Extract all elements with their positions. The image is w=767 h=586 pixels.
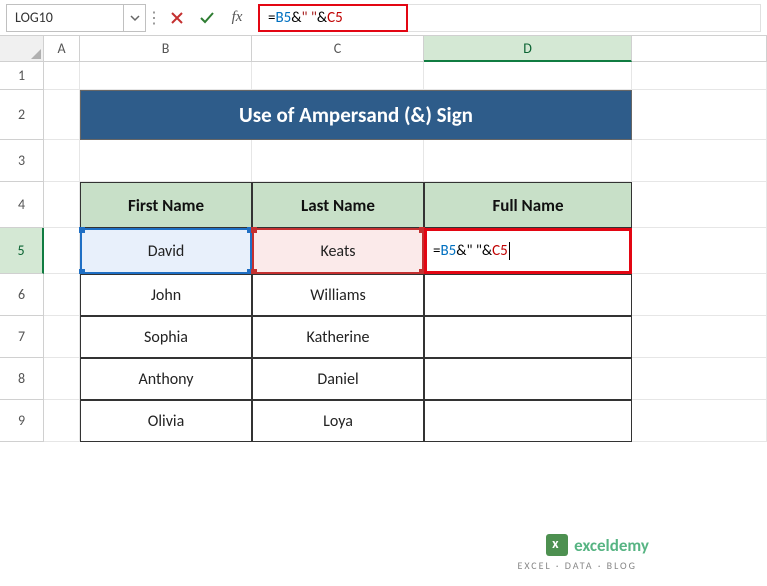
cell-d9[interactable] <box>424 400 632 442</box>
select-all-corner[interactable] <box>0 36 44 62</box>
cell-a6[interactable] <box>44 274 80 316</box>
row-header-6[interactable]: 6 <box>0 274 44 316</box>
watermark-logo-icon <box>546 534 568 556</box>
header-last-name[interactable]: Last Name <box>252 182 424 228</box>
cell-b9[interactable]: Olivia <box>80 400 252 442</box>
cell-e1[interactable] <box>632 62 767 90</box>
cell-b5-text: David <box>148 242 185 261</box>
row-1: 1 <box>0 62 767 90</box>
cell-c1[interactable] <box>252 62 424 90</box>
row-header-4[interactable]: 4 <box>0 182 44 228</box>
cell-a5[interactable] <box>44 228 80 274</box>
cancel-button[interactable] <box>162 4 192 32</box>
column-headers: A B C D <box>0 36 767 62</box>
cell-c7[interactable]: Katherine <box>252 316 424 358</box>
cell-a8[interactable] <box>44 358 80 400</box>
cell-e7[interactable] <box>632 316 767 358</box>
watermark: exceldemy <box>546 534 649 556</box>
cell-a2[interactable] <box>44 90 80 140</box>
formula-ref-b5: B5 <box>275 9 291 27</box>
cell-a1[interactable] <box>44 62 80 90</box>
cell-a7[interactable] <box>44 316 80 358</box>
formula-amp: & <box>317 9 327 27</box>
row-5: 5 David Keats =B5&" "&C5 <box>0 228 767 274</box>
row-9: 9 Olivia Loya <box>0 400 767 442</box>
cell-d5-formula: =B5&" "&C5 <box>433 242 510 260</box>
formula-string: " " <box>301 9 316 27</box>
selection-handle[interactable] <box>79 227 85 233</box>
row-header-1[interactable]: 1 <box>0 62 44 90</box>
header-first-name[interactable]: First Name <box>80 182 252 228</box>
cell-d7[interactable] <box>424 316 632 358</box>
cell-b8[interactable]: Anthony <box>80 358 252 400</box>
text-cursor <box>509 242 510 260</box>
formula-bar-extra <box>408 4 761 32</box>
name-box[interactable]: LOG10 <box>6 4 124 32</box>
cell-d1[interactable] <box>424 62 632 90</box>
cell-c3[interactable] <box>252 140 424 182</box>
cell-c5-text: Keats <box>320 242 355 261</box>
cell-b5[interactable]: David <box>80 228 252 274</box>
row-header-7[interactable]: 7 <box>0 316 44 358</box>
enter-button[interactable] <box>192 4 222 32</box>
row-3: 3 <box>0 140 767 182</box>
row-header-2[interactable]: 2 <box>0 90 44 140</box>
col-header-blank[interactable] <box>632 36 767 62</box>
formula-input[interactable]: =B5&" "&C5 <box>258 4 408 32</box>
insert-function-button[interactable]: fx <box>222 4 252 32</box>
cell-e9[interactable] <box>632 400 767 442</box>
cell-e8[interactable] <box>632 358 767 400</box>
cell-b6[interactable]: John <box>80 274 252 316</box>
row-2: 2 Use of Ampersand (&) Sign <box>0 90 767 140</box>
cell-e5[interactable] <box>632 228 767 274</box>
formula-ref-c5: C5 <box>327 9 343 27</box>
formula-eq: = <box>268 9 275 27</box>
formula-bar: LOG10 ⋮ fx =B5&" "&C5 <box>0 0 767 36</box>
divider: ⋮ <box>148 6 160 30</box>
cell-c9[interactable]: Loya <box>252 400 424 442</box>
row-header-9[interactable]: 9 <box>0 400 44 442</box>
row-6: 6 John Williams <box>0 274 767 316</box>
col-header-d[interactable]: D <box>424 36 632 62</box>
cell-c8[interactable]: Daniel <box>252 358 424 400</box>
formula-amp: & <box>291 9 301 27</box>
cell-b1[interactable] <box>80 62 252 90</box>
cell-b7[interactable]: Sophia <box>80 316 252 358</box>
row-header-8[interactable]: 8 <box>0 358 44 400</box>
row-header-3[interactable]: 3 <box>0 140 44 182</box>
title-banner[interactable]: Use of Ampersand (&) Sign <box>80 90 632 140</box>
cell-e3[interactable] <box>632 140 767 182</box>
row-7: 7 Sophia Katherine <box>0 316 767 358</box>
cell-d5-editing[interactable]: =B5&" "&C5 <box>424 228 632 274</box>
cell-c6[interactable]: Williams <box>252 274 424 316</box>
cell-e6[interactable] <box>632 274 767 316</box>
cell-a3[interactable] <box>44 140 80 182</box>
row-4: 4 First Name Last Name Full Name <box>0 182 767 228</box>
col-header-c[interactable]: C <box>252 36 424 62</box>
row-8: 8 Anthony Daniel <box>0 358 767 400</box>
cell-c5[interactable]: Keats <box>252 228 424 274</box>
cell-d6[interactable] <box>424 274 632 316</box>
spreadsheet-grid: A B C D 1 2 Use of Ampersand (&) Sign 3 <box>0 36 767 442</box>
check-icon <box>199 10 215 26</box>
cell-e2[interactable] <box>632 90 767 140</box>
watermark-tagline: EXCEL · DATA · BLOG <box>517 559 637 572</box>
watermark-text: exceldemy <box>574 535 649 556</box>
cell-b3[interactable] <box>80 140 252 182</box>
cell-e4[interactable] <box>632 182 767 228</box>
header-full-name[interactable]: Full Name <box>424 182 632 228</box>
col-header-b[interactable]: B <box>80 36 252 62</box>
col-header-a[interactable]: A <box>44 36 80 62</box>
fx-icon: fx <box>232 9 243 26</box>
name-box-dropdown[interactable] <box>124 4 146 32</box>
cell-d3[interactable] <box>424 140 632 182</box>
cell-a4[interactable] <box>44 182 80 228</box>
cell-d8[interactable] <box>424 358 632 400</box>
chevron-down-icon <box>130 13 140 23</box>
row-header-5[interactable]: 5 <box>0 228 44 274</box>
selection-handle[interactable] <box>251 227 257 233</box>
x-icon <box>169 10 185 26</box>
cell-a9[interactable] <box>44 400 80 442</box>
